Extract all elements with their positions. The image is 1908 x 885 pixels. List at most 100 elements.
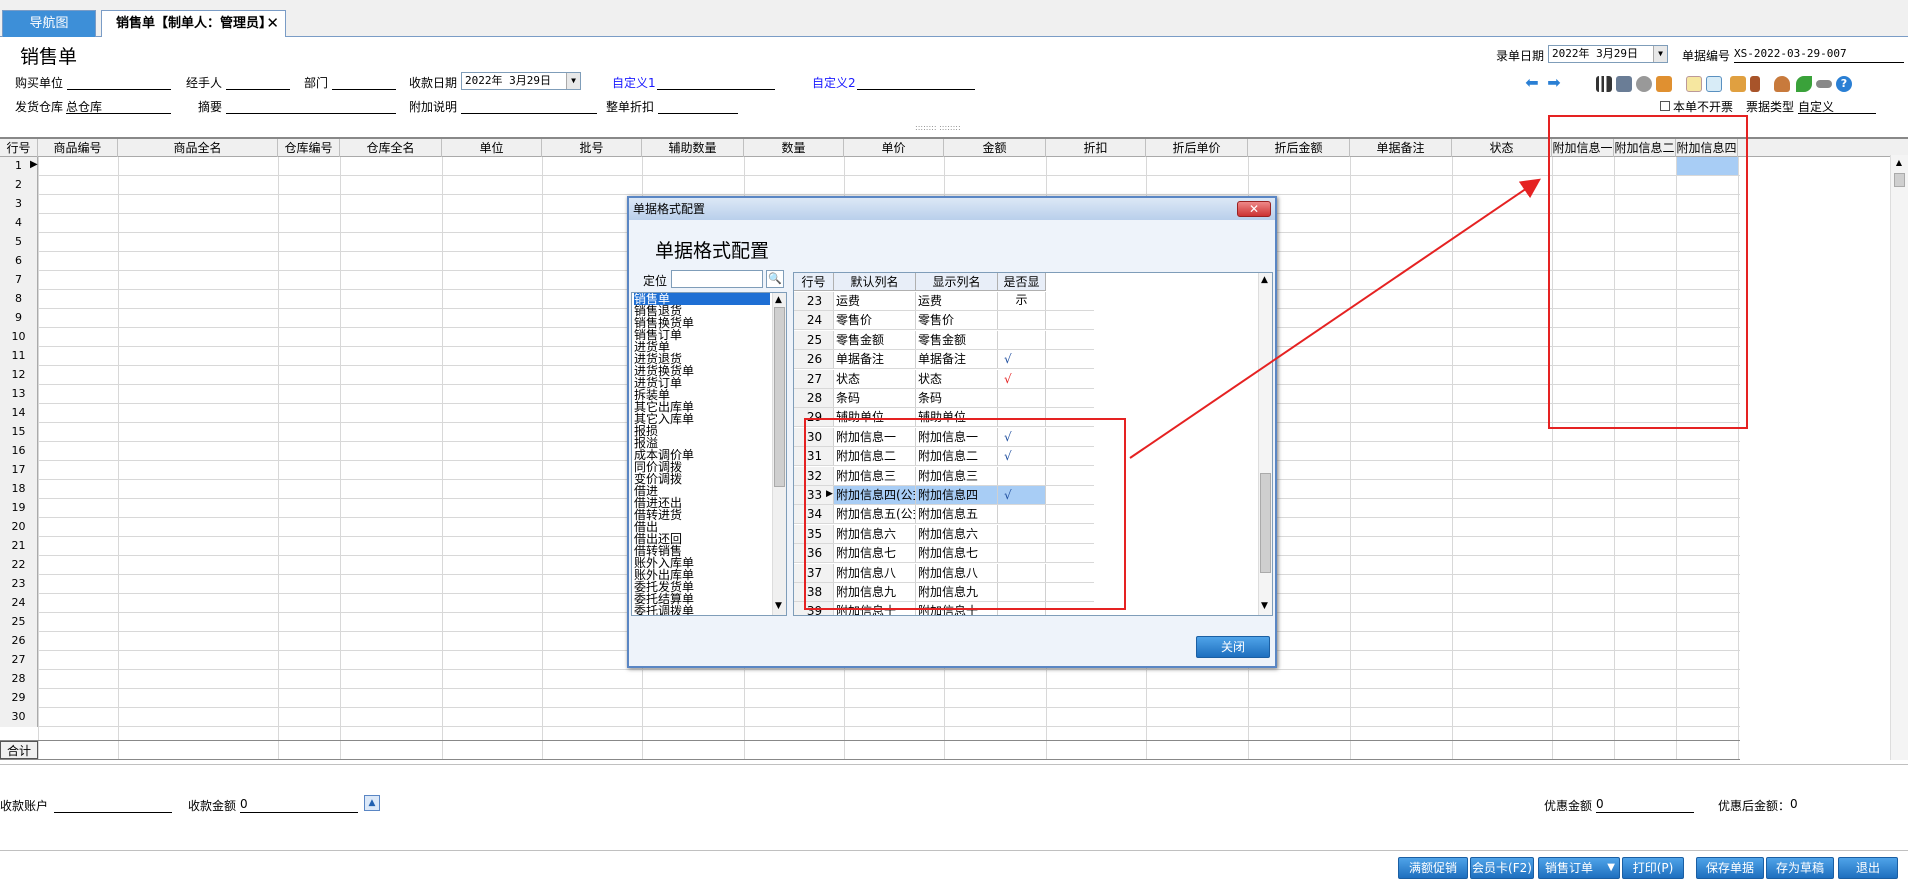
scroll-thumb[interactable]	[1260, 473, 1271, 573]
custom2-field[interactable]	[857, 89, 975, 90]
chart-icon[interactable]	[1596, 76, 1612, 92]
default-column-name[interactable]: 零售金额	[834, 330, 916, 349]
column-header[interactable]: 金额	[944, 139, 1046, 157]
splitter-handle[interactable]: :::::::: ::::::::	[915, 123, 961, 132]
import-icon[interactable]	[1656, 76, 1672, 92]
amount-value[interactable]: 0	[240, 797, 248, 811]
print-icon[interactable]	[1616, 76, 1632, 92]
export-icon[interactable]	[1706, 76, 1722, 92]
list-item[interactable]: 委托调拨单	[634, 605, 694, 615]
chevron-down-icon[interactable]: ▼	[1653, 46, 1667, 62]
display-column-name[interactable]: 零售价	[916, 311, 998, 330]
back-arrow-icon[interactable]: ⬅	[1524, 75, 1540, 92]
gear-icon[interactable]	[1636, 76, 1652, 92]
scroll-up-icon[interactable]: ▲	[1894, 159, 1904, 167]
display-column-name[interactable]: 运费	[916, 292, 998, 310]
user-icon[interactable]	[1774, 76, 1790, 92]
column-header[interactable]: 单位	[442, 139, 542, 157]
column-header[interactable]: 折后单价	[1146, 139, 1248, 157]
column-header[interactable]: 默认列名	[834, 273, 916, 291]
member-card-button[interactable]: 会员卡(F2)	[1470, 857, 1534, 879]
exit-button[interactable]: 退出	[1838, 857, 1898, 879]
table-row[interactable]: 2	[0, 176, 1740, 195]
link-icon[interactable]	[1816, 80, 1832, 88]
save-draft-button[interactable]: 存为草稿	[1766, 857, 1834, 879]
pay-date-picker[interactable]: 2022年 3月29日 ▼	[461, 72, 581, 90]
scroll-up-icon[interactable]: ▲	[1261, 275, 1268, 285]
display-column-name[interactable]: 单据备注	[916, 350, 998, 369]
entry-date-picker[interactable]: 2022年 3月29日 ▼	[1548, 45, 1668, 63]
close-icon[interactable]: ✕	[1237, 201, 1271, 217]
bill-list-scrollbar[interactable]: ▲ ▼	[772, 293, 786, 615]
folder-icon[interactable]	[1730, 76, 1746, 92]
column-header[interactable]: 商品编号	[38, 139, 118, 157]
display-column-name[interactable]: 条码	[916, 389, 998, 407]
column-header[interactable]: 显示列名	[916, 273, 998, 291]
table-row[interactable]: 24 零售价 零售价	[794, 311, 1094, 331]
column-header[interactable]: 仓库编号	[278, 139, 340, 157]
table-row[interactable]: 23 运费 运费	[794, 292, 1094, 311]
show-flag[interactable]: √	[998, 350, 1046, 369]
no-invoice-checkbox[interactable]	[1660, 101, 1670, 111]
display-column-name[interactable]: 状态	[916, 369, 998, 388]
show-flag[interactable]	[998, 330, 1046, 349]
chevron-down-icon[interactable]: ▼	[1607, 858, 1615, 878]
dept-field[interactable]	[332, 89, 396, 90]
default-column-name[interactable]: 状态	[834, 369, 916, 388]
book-icon[interactable]	[1750, 76, 1760, 92]
buyer-field[interactable]	[67, 89, 171, 90]
forward-arrow-icon[interactable]: ➡	[1546, 75, 1562, 92]
table-row[interactable]: 1 ▶	[0, 157, 1740, 176]
column-header[interactable]: 数量	[744, 139, 844, 157]
table-row[interactable]: 27 状态 状态 √	[794, 369, 1094, 389]
column-header[interactable]: 辅助数量	[642, 139, 744, 157]
column-header[interactable]: 批号	[542, 139, 642, 157]
custom1-field[interactable]	[657, 89, 775, 90]
locate-input[interactable]	[671, 270, 763, 288]
column-header[interactable]: 是否显示	[998, 273, 1046, 307]
scroll-up-icon[interactable]: ▲	[775, 295, 782, 305]
summary-field[interactable]	[226, 113, 396, 114]
table-row[interactable]: 28 条码 条码	[794, 389, 1094, 408]
display-column-name[interactable]: 零售金额	[916, 330, 998, 349]
column-header[interactable]: 单据备注	[1350, 139, 1452, 157]
print-button[interactable]: 打印(P)	[1622, 857, 1684, 879]
full-promo-button[interactable]: 满额促销	[1398, 857, 1468, 879]
dialog-close-button[interactable]: 关闭	[1196, 636, 1270, 658]
column-header[interactable]: 行号	[794, 273, 834, 291]
scroll-down-icon[interactable]: ▼	[1261, 601, 1268, 611]
help-icon[interactable]: ?	[1836, 76, 1852, 92]
scroll-thumb[interactable]	[774, 307, 785, 487]
default-column-name[interactable]: 零售价	[834, 311, 916, 330]
grid-scrollbar[interactable]: ▲	[1890, 155, 1908, 760]
close-icon[interactable]: ✕	[266, 11, 279, 36]
column-header[interactable]: 折后金额	[1248, 139, 1350, 157]
default-column-name[interactable]: 单据备注	[834, 350, 916, 369]
scroll-thumb[interactable]	[1894, 173, 1905, 187]
chevron-down-icon[interactable]: ▼	[566, 73, 580, 89]
extra-note-field[interactable]	[461, 113, 597, 114]
column-header[interactable]: 仓库全名	[340, 139, 442, 157]
scroll-down-icon[interactable]: ▼	[775, 601, 782, 611]
save-bill-button[interactable]: 保存单据	[1696, 857, 1764, 879]
default-column-name[interactable]: 条码	[834, 389, 916, 407]
dialog-titlebar[interactable]: 单据格式配置 ✕	[629, 198, 1275, 220]
handler-field[interactable]	[226, 89, 290, 90]
leaf-icon[interactable]	[1796, 76, 1812, 92]
account-field[interactable]	[54, 812, 172, 813]
column-header[interactable]: 状态	[1452, 139, 1552, 157]
expand-up-icon[interactable]: ▲	[364, 795, 380, 811]
table-row[interactable]: 26 单据备注 单据备注 √	[794, 350, 1094, 370]
show-flag[interactable]: √	[998, 369, 1046, 388]
tab-sales-order[interactable]: 销售单【制单人：管理员】 ✕	[101, 10, 286, 37]
column-grid-scrollbar[interactable]: ▲ ▼	[1258, 273, 1272, 615]
column-header[interactable]: 商品全名	[118, 139, 278, 157]
show-flag[interactable]	[998, 389, 1046, 407]
column-header[interactable]: 单价	[844, 139, 944, 157]
table-row[interactable]: 30	[0, 708, 1740, 727]
discount-field[interactable]	[658, 113, 738, 114]
column-header[interactable]: 行号	[0, 139, 38, 157]
column-header[interactable]: 折扣	[1046, 139, 1146, 157]
tab-navigation[interactable]: 导航图	[2, 10, 96, 37]
table-row[interactable]: 28	[0, 670, 1740, 689]
